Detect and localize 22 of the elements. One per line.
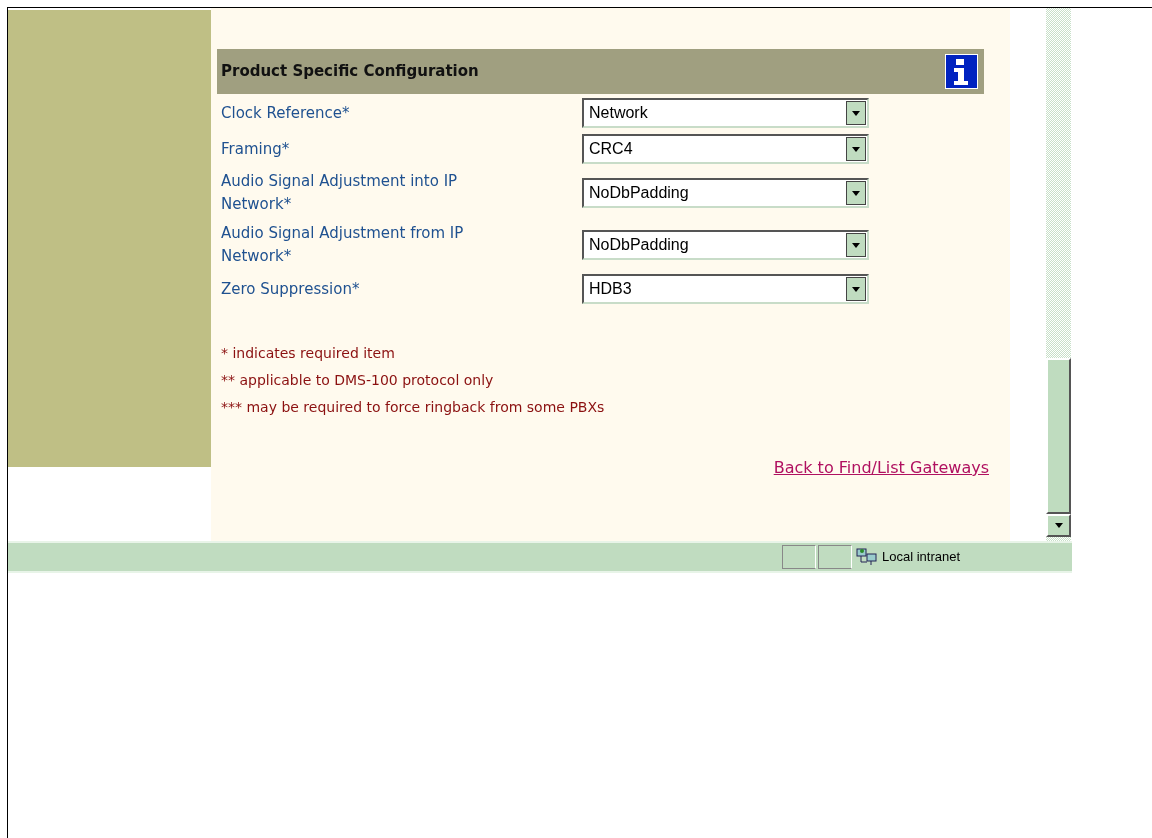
dropdown[interactable]: CRC4 xyxy=(582,134,869,164)
status-pane xyxy=(818,545,852,569)
scrollbar[interactable] xyxy=(1046,8,1071,541)
status-pane xyxy=(782,545,816,569)
footnote: * indicates required item xyxy=(221,344,396,363)
dropdown[interactable]: Network xyxy=(582,98,869,128)
dropdown[interactable]: NoDbPadding xyxy=(582,230,869,260)
footnote: *** may be required to force ringback from some PBXs xyxy=(221,398,606,417)
field-label: Framing* xyxy=(221,138,291,160)
info-icon[interactable] xyxy=(945,54,978,89)
back-link[interactable]: Back to Find/List Gateways xyxy=(773,456,989,480)
dropdown[interactable]: NoDbPadding xyxy=(582,178,869,208)
field-label: Audio Signal Adjustment into IP Network* xyxy=(221,171,459,215)
zone-label: Local intranet xyxy=(882,548,961,567)
field-label: Audio Signal Adjustment from IP Network* xyxy=(221,223,465,267)
field-label: Clock Reference* xyxy=(221,102,351,124)
field-label: Zero Suppression* xyxy=(221,278,361,300)
footnote: ** applicable to DMS-100 protocol only xyxy=(221,371,495,390)
network-icon xyxy=(856,547,878,567)
dropdown[interactable]: HDB3 xyxy=(582,274,869,304)
scroll-down-icon[interactable] xyxy=(1054,523,1063,528)
section-title: Product Specific Configuration xyxy=(221,61,479,83)
